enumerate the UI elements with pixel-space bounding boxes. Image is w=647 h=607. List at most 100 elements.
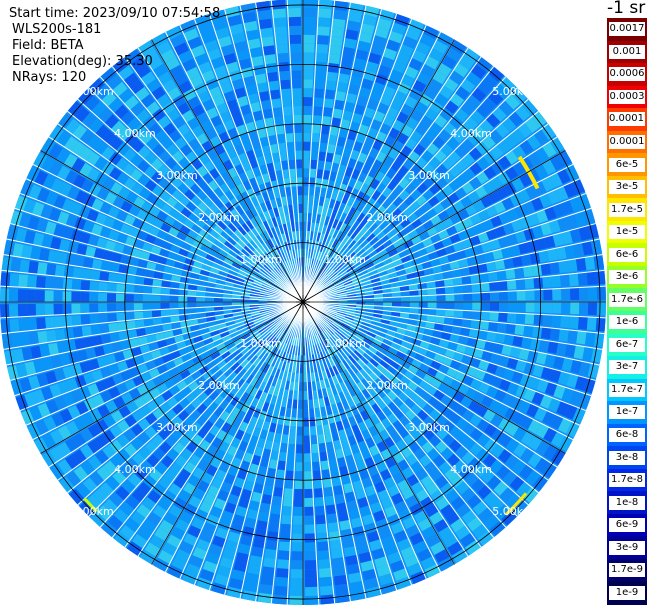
range-bin — [593, 254, 605, 270]
range-bin — [257, 9, 272, 21]
range-bin — [463, 293, 473, 301]
range-bin — [303, 195, 308, 205]
range-bin — [133, 285, 144, 294]
range-bin — [551, 315, 562, 328]
range-bin — [258, 511, 270, 523]
range-bin — [317, 8, 332, 19]
range-bin — [392, 302, 401, 307]
colorbar-level-label: 1e-7 — [609, 405, 645, 420]
colorbar-level-label: 0.001 — [609, 44, 645, 59]
range-label: 3.00km — [156, 421, 198, 434]
range-bin — [275, 478, 285, 489]
range-bin — [586, 271, 597, 285]
range-bin — [17, 289, 27, 302]
colorbar-level-label: 1e-8 — [609, 495, 645, 510]
range-bin — [436, 294, 446, 301]
range-bin — [74, 255, 85, 268]
range-label: 2.00km — [198, 379, 240, 392]
range-label: 2.00km — [366, 379, 408, 392]
range-bin — [444, 309, 455, 317]
range-bin — [279, 532, 291, 543]
range-bin — [472, 302, 482, 310]
range-bin — [551, 275, 561, 288]
range-bin — [281, 97, 292, 107]
range-bin — [28, 260, 39, 275]
range-bin — [151, 303, 161, 310]
range-bin — [531, 264, 543, 277]
range-bin — [498, 291, 508, 301]
range-bin — [296, 168, 303, 178]
range-bin — [383, 302, 393, 306]
range-bin — [283, 115, 293, 125]
range-bin — [503, 334, 515, 345]
range-bin — [276, 52, 289, 63]
range-bin — [282, 506, 293, 516]
range-bin — [436, 302, 446, 309]
range-bin — [26, 289, 36, 302]
range-bin — [63, 266, 74, 278]
range-bin — [330, 36, 343, 47]
range-bin — [9, 273, 20, 288]
range-bin — [27, 275, 37, 288]
range-bin — [471, 310, 481, 320]
range-bin — [53, 277, 64, 290]
range-bin — [71, 303, 81, 315]
range-bin — [533, 314, 544, 326]
range-bin — [316, 43, 329, 54]
range-bin — [558, 260, 569, 274]
range-bin — [266, 71, 279, 82]
range-bin — [552, 302, 562, 314]
range-bin — [533, 276, 544, 289]
range-bin — [291, 551, 303, 561]
range-bin — [293, 515, 303, 525]
range-bin — [0, 288, 10, 302]
range-bin — [303, 43, 315, 53]
range-bin — [125, 275, 136, 285]
range-bin — [303, 426, 310, 436]
range-bin — [18, 274, 28, 288]
range-bin — [273, 17, 287, 28]
colorbar-level-label: 0.0006 — [609, 67, 645, 82]
range-bin — [287, 0, 301, 9]
range-bin — [282, 106, 292, 116]
range-bin — [160, 288, 170, 295]
range-bin — [525, 289, 535, 301]
range-bin — [525, 302, 535, 313]
range-bin — [329, 45, 342, 56]
range-bin — [586, 316, 597, 331]
range-label: 4.00km — [114, 463, 156, 476]
range-bin — [80, 292, 90, 302]
range-bin — [115, 303, 125, 312]
range-bin — [82, 257, 94, 269]
range-label: 5.00km — [492, 505, 534, 518]
range-bin — [304, 488, 314, 499]
range-bin — [107, 282, 117, 293]
range-bin — [53, 303, 63, 316]
range-bin — [106, 293, 116, 302]
range-bin — [19, 259, 30, 274]
range-bin — [560, 315, 570, 328]
range-bin — [273, 594, 288, 605]
range-bin — [19, 332, 31, 347]
range-bin — [89, 314, 100, 325]
range-bin — [314, 70, 326, 81]
range-bin — [37, 330, 48, 344]
range-bin — [36, 317, 46, 330]
range-bin — [311, 132, 320, 143]
range-bin — [534, 302, 544, 313]
range-bin — [325, 80, 337, 91]
range-bin — [44, 276, 55, 289]
range-label: 4.00km — [114, 127, 156, 140]
range-label: 3.00km — [156, 169, 198, 182]
range-bin — [315, 61, 327, 72]
range-bin — [480, 311, 490, 321]
range-bin — [470, 319, 481, 329]
range-bin — [133, 294, 143, 302]
range-bin — [99, 271, 110, 282]
range-bin — [8, 304, 19, 318]
range-bin — [319, 133, 329, 144]
range-bin — [317, 17, 331, 27]
range-bin — [160, 303, 170, 310]
range-bin — [0, 304, 10, 318]
range-bin — [169, 289, 179, 296]
